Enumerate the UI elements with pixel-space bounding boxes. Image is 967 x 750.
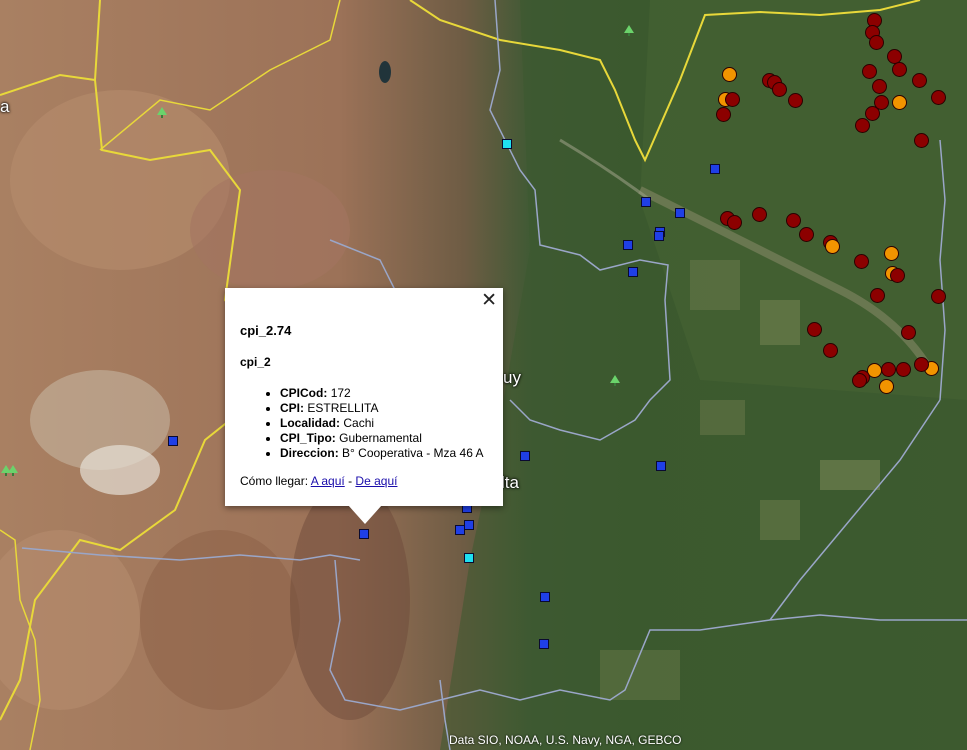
directions-row: Cómo llegar: A aquí - De aquí	[240, 474, 397, 488]
cpi-marker[interactable]	[869, 35, 884, 50]
selected-cpi-marker[interactable]	[359, 529, 369, 539]
cpi-marker[interactable]	[931, 289, 946, 304]
attribute-item: CPICod: 172	[280, 386, 520, 401]
attribute-name: Localidad	[280, 416, 337, 430]
cpi-marker[interactable]	[641, 197, 651, 207]
directions-to-here-link[interactable]: A aquí	[311, 474, 345, 488]
cpi-marker[interactable]	[788, 93, 803, 108]
cpi-marker[interactable]	[628, 267, 638, 277]
cpi-marker[interactable]	[881, 362, 896, 377]
attribute-value: ESTRELLITA	[307, 401, 379, 415]
cpi-marker[interactable]	[675, 208, 685, 218]
cpi-marker[interactable]	[862, 64, 877, 79]
place-label: a	[0, 97, 10, 116]
attribute-name: CPICod	[280, 386, 324, 400]
attribute-value: B° Cooperativa - Mza 46 A	[342, 446, 484, 460]
attribute-item: CPI_Tipo: Gubernamental	[280, 431, 520, 446]
cpi-marker[interactable]	[168, 436, 178, 446]
cpi-marker[interactable]	[540, 592, 550, 602]
cpi-marker[interactable]	[656, 461, 666, 471]
cpi-marker[interactable]	[896, 362, 911, 377]
cpi-marker[interactable]	[520, 451, 530, 461]
directions-separator: -	[348, 474, 353, 488]
cpi-marker[interactable]	[854, 254, 869, 269]
cpi-marker[interactable]	[464, 520, 474, 530]
attribute-name: Direccion	[280, 446, 335, 460]
attribute-value: Gubernamental	[339, 431, 422, 445]
cpi-marker[interactable]	[890, 268, 905, 283]
cpi-marker[interactable]	[914, 133, 929, 148]
cpi-marker[interactable]	[752, 207, 767, 222]
cpi-marker[interactable]	[464, 553, 474, 563]
cpi-marker[interactable]	[872, 79, 887, 94]
cpi-marker[interactable]	[710, 164, 720, 174]
cpi-marker[interactable]	[772, 82, 787, 97]
cpi-marker[interactable]	[825, 239, 840, 254]
close-icon[interactable]: ✕	[481, 290, 497, 310]
tree-icon[interactable]	[156, 107, 168, 119]
info-popup: ✕ cpi_2.74 cpi_2 CPICod: 172 CPI: ESTREL…	[225, 288, 503, 524]
cpi-marker[interactable]	[722, 67, 737, 82]
cpi-marker[interactable]	[912, 73, 927, 88]
cpi-marker[interactable]	[539, 639, 549, 649]
cpi-marker[interactable]	[884, 246, 899, 261]
cpi-marker[interactable]	[901, 325, 916, 340]
cpi-marker[interactable]	[502, 139, 512, 149]
attribute-item: Localidad: Cachi	[280, 416, 520, 431]
tree-icon[interactable]	[7, 465, 19, 477]
attribute-name: CPI_Tipo	[280, 431, 332, 445]
popup-tail	[348, 505, 382, 524]
cpi-marker[interactable]	[455, 525, 465, 535]
cpi-marker[interactable]	[855, 118, 870, 133]
cpi-marker[interactable]	[914, 357, 929, 372]
cpi-marker[interactable]	[931, 90, 946, 105]
attribute-item: Direccion: B° Cooperativa - Mza 46 A	[280, 446, 520, 461]
cpi-marker[interactable]	[807, 322, 822, 337]
cpi-marker[interactable]	[799, 227, 814, 242]
directions-from-here-link[interactable]: De aquí	[355, 474, 397, 488]
cpi-marker[interactable]	[852, 373, 867, 388]
cpi-marker[interactable]	[654, 231, 664, 241]
popup-title: cpi_2.74	[240, 323, 292, 338]
cpi-marker[interactable]	[892, 62, 907, 77]
cpi-marker[interactable]	[623, 240, 633, 250]
attribute-value: Cachi	[343, 416, 375, 430]
cpi-marker[interactable]	[823, 343, 838, 358]
satellite-map[interactable]: a uy lta Data SIO, NOAA, U.S. Navy, NGA,…	[0, 0, 967, 750]
tree-icon[interactable]	[623, 25, 635, 37]
cpi-marker[interactable]	[725, 92, 740, 107]
place-label: uy	[503, 368, 521, 387]
attribute-item: CPI: ESTRELLITA	[280, 401, 520, 416]
cpi-marker[interactable]	[892, 95, 907, 110]
popup-layer-name: cpi_2	[240, 355, 271, 369]
cpi-marker[interactable]	[870, 288, 885, 303]
place-label: lta	[501, 473, 519, 492]
cpi-marker[interactable]	[727, 215, 742, 230]
attribute-value: 172	[330, 386, 351, 400]
attribute-name: CPI	[280, 401, 301, 415]
cpi-marker[interactable]	[786, 213, 801, 228]
cpi-marker[interactable]	[716, 107, 731, 122]
cpi-marker[interactable]	[879, 379, 894, 394]
map-attribution: Data SIO, NOAA, U.S. Navy, NGA, GEBCO	[449, 733, 682, 747]
tree-icon[interactable]	[609, 375, 621, 387]
attribute-list: CPICod: 172 CPI: ESTRELLITA Localidad: C…	[240, 386, 520, 461]
directions-label: Cómo llegar:	[240, 474, 309, 488]
